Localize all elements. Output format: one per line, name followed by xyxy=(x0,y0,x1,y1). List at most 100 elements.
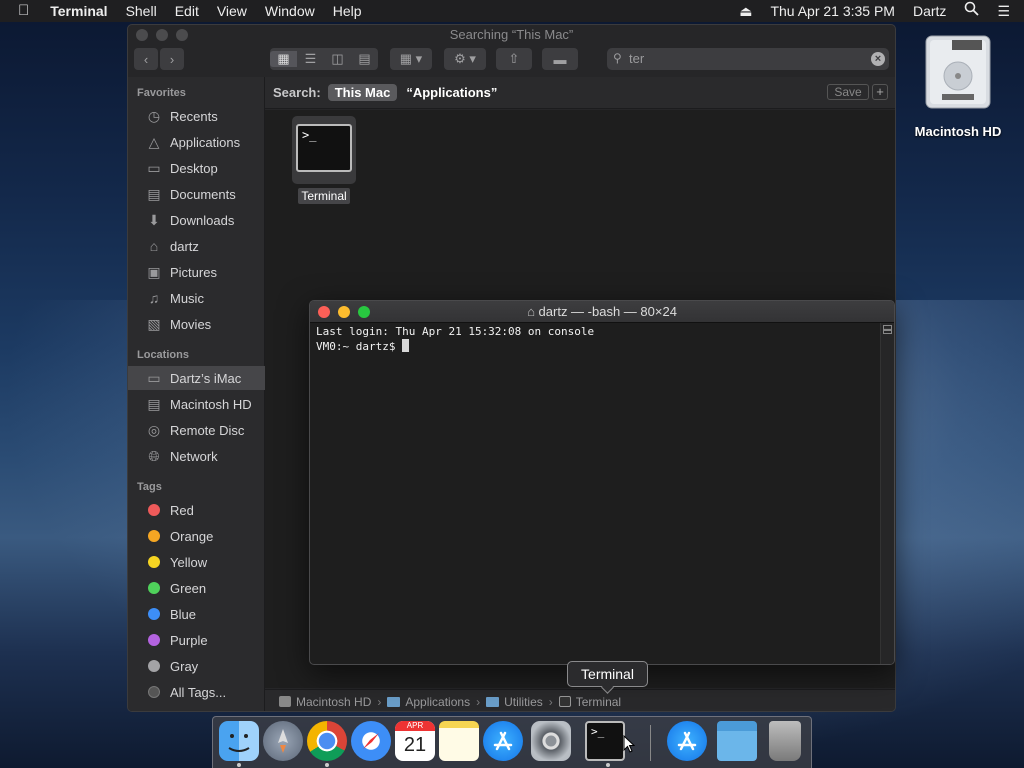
finder-dock-icon[interactable] xyxy=(219,721,259,761)
spotlight-icon[interactable] xyxy=(955,0,988,22)
app-store-downloads-dock-icon[interactable] xyxy=(667,721,707,761)
sidebar-item-downloads[interactable]: ⬇ Downloads xyxy=(128,208,265,232)
notes-dock-icon[interactable] xyxy=(439,721,479,761)
running-indicator xyxy=(325,763,329,767)
result-terminal-app[interactable]: >_ Terminal xyxy=(289,116,359,204)
desktop-icon: ▭ xyxy=(147,159,161,176)
action-gear-button[interactable]: ⚙ ▾ xyxy=(444,48,486,70)
menu-bar:  Terminal Shell Edit View Window Help ⏏… xyxy=(0,0,1024,22)
sidebar-item-pictures[interactable]: ▣ Pictures xyxy=(128,260,265,284)
path-macintosh-hd[interactable]: Macintosh HD xyxy=(279,695,371,709)
menu-edit[interactable]: Edit xyxy=(166,0,208,22)
sidebar-tag-gray[interactable]: Gray xyxy=(128,654,265,678)
clear-search-icon[interactable]: × xyxy=(871,52,885,66)
split-pane-icon[interactable]: ▬ xyxy=(883,325,892,334)
menu-user[interactable]: Dartz xyxy=(904,0,955,22)
path-utilities[interactable]: Utilities xyxy=(486,695,543,709)
sidebar-item-recents[interactable]: ◷ Recents xyxy=(128,104,265,128)
calendar-dock-icon[interactable]: APR 21 xyxy=(395,721,435,761)
path-applications[interactable]: Applications xyxy=(387,695,470,709)
chrome-dock-icon[interactable] xyxy=(307,721,347,761)
sidebar-item-label: Dartz’s iMac xyxy=(170,370,242,386)
path-label: Macintosh HD xyxy=(296,694,372,709)
safari-dock-icon[interactable] xyxy=(351,721,391,761)
sidebar-item-applications[interactable]: △ Applications xyxy=(128,130,265,154)
terminal-titlebar[interactable]: ⌂ dartz — -bash — 80×24 xyxy=(310,301,894,323)
column-view-button[interactable]: ◫ xyxy=(324,51,351,67)
sidebar-item-label: Remote Disc xyxy=(170,422,245,438)
disk-icon xyxy=(279,696,291,707)
sidebar-item-label: Network xyxy=(170,448,218,464)
group-by-button[interactable]: ▦ ▾ xyxy=(390,48,432,70)
menu-clock[interactable]: Thu Apr 21 3:35 PM xyxy=(761,0,904,22)
path-terminal[interactable]: Terminal xyxy=(558,694,622,709)
scope-this-mac-button[interactable]: This Mac xyxy=(327,84,398,101)
sidebar-item-label: Macintosh HD xyxy=(170,396,252,412)
sidebar-tag-purple[interactable]: Purple xyxy=(128,628,265,652)
tags-button[interactable]: ▬ xyxy=(542,48,578,70)
sidebar-item-desktop[interactable]: ▭ Desktop xyxy=(128,156,265,180)
mouse-pointer-icon xyxy=(623,734,636,756)
back-button[interactable]: ‹ xyxy=(134,48,158,70)
notification-center-icon[interactable]: ☰ xyxy=(988,0,1024,22)
sidebar-tag-orange[interactable]: Orange xyxy=(128,524,265,548)
terminal-line: Last login: Thu Apr 21 15:32:08 on conso… xyxy=(316,325,595,338)
sidebar-item-macintosh-hd[interactable]: ▤ Macintosh HD xyxy=(128,392,265,416)
forward-button[interactable]: › xyxy=(160,48,184,70)
launchpad-dock-icon[interactable] xyxy=(263,721,303,761)
tag-color-dot xyxy=(148,530,160,542)
sidebar-item-network[interactable]: 🌐︎ Network xyxy=(128,444,265,468)
downloads-icon: ⬇ xyxy=(148,211,160,228)
gallery-view-button[interactable]: ▤ xyxy=(351,51,378,67)
path-label: Utilities xyxy=(504,694,543,709)
sidebar-item-imac[interactable]: ▭ Dartz’s iMac xyxy=(128,366,265,390)
save-search-button[interactable]: Save xyxy=(827,84,869,100)
sidebar-item-label: Purple xyxy=(170,632,208,648)
menu-window[interactable]: Window xyxy=(256,0,324,22)
sidebar-item-label: Music xyxy=(170,290,204,306)
icon-view-button[interactable]: ▦ xyxy=(270,51,297,67)
eject-icon[interactable]: ⏏ xyxy=(730,0,761,22)
sidebar-all-tags[interactable]: All Tags... xyxy=(128,680,265,704)
sidebar-tag-blue[interactable]: Blue xyxy=(128,602,265,626)
list-view-button[interactable]: ☰ xyxy=(297,51,324,67)
menu-view[interactable]: View xyxy=(208,0,256,22)
system-preferences-dock-icon[interactable] xyxy=(531,721,571,761)
sidebar-item-documents[interactable]: ▤ Documents xyxy=(128,182,265,206)
menu-app-name[interactable]: Terminal xyxy=(41,0,116,22)
sidebar-item-home[interactable]: ⌂ dartz xyxy=(128,234,265,258)
trash-dock-icon[interactable] xyxy=(769,721,801,761)
search-icon: ⚲ xyxy=(613,51,622,65)
menu-help[interactable]: Help xyxy=(324,0,371,22)
path-separator-icon: › xyxy=(377,694,382,709)
sidebar-tag-green[interactable]: Green xyxy=(128,576,265,600)
terminal-scrollbar[interactable]: ▬ xyxy=(880,323,894,664)
terminal-content[interactable]: Last login: Thu Apr 21 15:32:08 on conso… xyxy=(316,325,876,354)
sidebar-item-movies[interactable]: ▧ Movies xyxy=(128,312,265,336)
home-icon: ⌂ xyxy=(527,304,535,319)
terminal-window[interactable]: ⌂ dartz — -bash — 80×24 Last login: Thu … xyxy=(309,300,895,665)
terminal-dock-icon[interactable]: >_ xyxy=(585,721,625,761)
app-store-dock-icon[interactable] xyxy=(483,721,523,761)
sidebar-item-remote-disc[interactable]: ◎ Remote Disc xyxy=(128,418,265,442)
share-button[interactable]: ⇧ xyxy=(496,48,532,70)
sidebar-item-label: Desktop xyxy=(170,160,218,176)
sidebar-item-music[interactable]: ♫ Music xyxy=(128,286,265,310)
downloads-folder-dock-icon[interactable] xyxy=(717,721,757,761)
menu-shell[interactable]: Shell xyxy=(117,0,166,22)
sidebar-tag-red[interactable]: Red xyxy=(128,498,265,522)
macintosh-hd-desktop-icon[interactable] xyxy=(922,32,994,112)
scope-applications-button[interactable]: “Applications” xyxy=(406,85,497,100)
finder-search-field[interactable]: ⚲ ter × xyxy=(607,48,889,70)
add-criteria-button[interactable]: + xyxy=(872,84,888,100)
path-label: Terminal xyxy=(575,694,622,709)
search-query: ter xyxy=(629,51,645,66)
tag-color-dot xyxy=(148,504,160,516)
network-icon: 🌐︎ xyxy=(148,447,160,464)
folder-icon xyxy=(486,696,500,707)
terminal-zoom-button[interactable] xyxy=(358,306,370,318)
sidebar-tag-yellow[interactable]: Yellow xyxy=(128,550,265,574)
terminal-close-button[interactable] xyxy=(318,306,330,318)
terminal-minimize-button[interactable] xyxy=(338,306,350,318)
apple-menu-icon[interactable]:  xyxy=(0,0,41,22)
